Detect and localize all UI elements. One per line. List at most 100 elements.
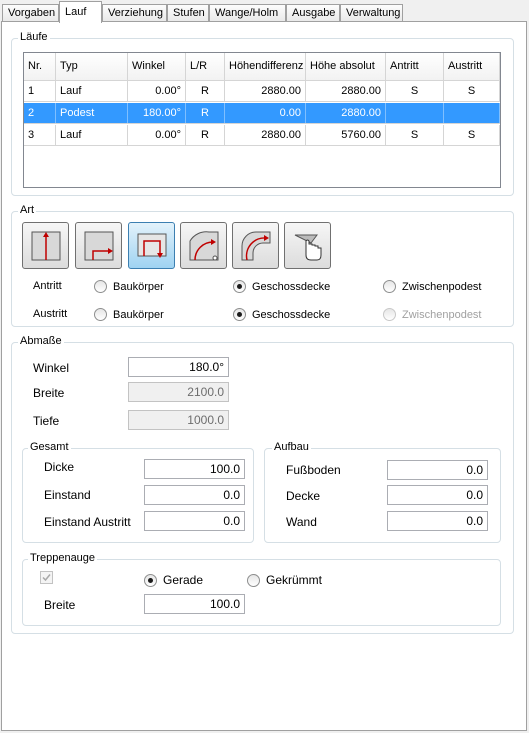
radio-circle[interactable] [94, 280, 107, 293]
radio-label: Baukörper [113, 308, 164, 321]
antritt-radio-geschossdecke[interactable]: Geschossdecke [233, 280, 330, 293]
cell-antritt [386, 103, 444, 123]
cell-typ: Lauf [56, 125, 128, 145]
col-header-austritt[interactable]: Austritt [444, 53, 500, 80]
quarter-landing-icon [84, 231, 114, 261]
tab-lauf[interactable]: Lauf [59, 1, 102, 23]
stair-type-winder-curved-button[interactable] [232, 222, 279, 269]
radio-circle-checked[interactable] [144, 573, 157, 587]
cell-nr: 1 [24, 81, 56, 101]
breite-label: Breite [33, 386, 65, 400]
radio-label: Gekrümmt [266, 573, 323, 587]
tab-wange-holm[interactable]: Wange/Holm [209, 4, 286, 22]
tab-verwaltung[interactable]: Verwaltung [340, 4, 403, 22]
cell-austritt [444, 103, 500, 123]
stair-type-quarter-landing-button[interactable] [75, 222, 122, 269]
austritt-radio-zwischenpodest: Zwischenpodest [383, 308, 482, 321]
treppenauge-radio-gerade[interactable]: Gerade [144, 573, 203, 587]
col-header-lr[interactable]: L/R [186, 53, 225, 80]
treppenauge-radio-gekruemmt[interactable]: Gekrümmt [247, 573, 322, 587]
einstand-label: Einstand [44, 488, 91, 502]
winder-curved-icon [241, 231, 271, 261]
tab-ausgabe[interactable]: Ausgabe [286, 4, 340, 22]
gesamt-legend: Gesamt [28, 441, 71, 454]
radio-circle-checked[interactable] [233, 280, 246, 293]
aufbau-legend: Aufbau [272, 441, 311, 454]
radio-label: Geschossdecke [252, 280, 331, 293]
col-header-hoehe-absolut[interactable]: Höhe absolut [306, 53, 386, 80]
col-header-hoehendifferenz[interactable]: Höhendifferenz [225, 53, 306, 80]
cell-hoehe-absolut: 2880.00 [306, 81, 386, 101]
cell-lr: R [186, 103, 225, 123]
col-header-typ[interactable]: Typ [56, 53, 128, 80]
dicke-input[interactable]: 100.0 [144, 459, 245, 479]
cell-nr: 3 [24, 125, 56, 145]
antritt-radio-zwischenpodest[interactable]: Zwischenpodest [383, 280, 482, 293]
col-header-nr[interactable]: Nr. [24, 53, 56, 80]
col-header-antritt[interactable]: Antritt [386, 53, 444, 80]
tab-stufen[interactable]: Stufen [167, 4, 209, 22]
laeufe-grid[interactable]: Nr. Typ Winkel L/R Höhendifferenz Höhe a… [23, 52, 501, 188]
cell-austritt: S [444, 81, 500, 101]
radio-label: Baukörper [113, 280, 164, 293]
cell-winkel: 0.00° [128, 81, 186, 101]
winder-quarter-icon [189, 231, 219, 261]
cell-hoehe-absolut: 5760.00 [306, 125, 386, 145]
austritt-radio-baukoerper[interactable]: Baukörper [94, 308, 164, 321]
einstand-austritt-input[interactable]: 0.0 [144, 511, 245, 531]
cell-austritt: S [444, 125, 500, 145]
checkmark-icon [42, 574, 51, 582]
hand-pointer-icon [294, 234, 322, 261]
austritt-radio-geschossdecke[interactable]: Geschossdecke [233, 308, 330, 321]
austritt-label: Austritt [33, 308, 68, 320]
stair-type-winder-quarter-button[interactable] [180, 222, 227, 269]
einstand-input[interactable]: 0.0 [144, 485, 245, 505]
radio-label: Gerade [163, 573, 204, 587]
treppenauge-breite-input[interactable]: 100.0 [144, 594, 245, 614]
col-header-winkel[interactable]: Winkel [128, 53, 186, 80]
cell-antritt: S [386, 81, 444, 101]
wand-input[interactable]: 0.0 [387, 511, 488, 531]
cell-typ: Lauf [56, 81, 128, 101]
table-row-selected[interactable]: 2 Podest 180.00° R 0.00 2880.00 [24, 103, 500, 124]
table-row[interactable]: 1 Lauf 0.00° R 2880.00 2880.00 S S [24, 81, 500, 102]
cell-winkel: 0.00° [128, 125, 186, 145]
stair-type-half-landing-button[interactable] [128, 222, 175, 269]
dicke-label: Dicke [44, 460, 75, 474]
fussboden-input[interactable]: 0.0 [387, 460, 488, 480]
treppenauge-legend: Treppenauge [28, 552, 98, 565]
radio-circle[interactable] [247, 573, 260, 587]
treppenauge-breite-label: Breite [44, 598, 76, 612]
laeufe-legend: Läufe [18, 31, 50, 44]
table-row[interactable]: 3 Lauf 0.00° R 2880.00 5760.00 S S [24, 125, 500, 146]
abmasse-legend: Abmaße [18, 335, 64, 348]
cell-hoehe-absolut: 2880.00 [306, 103, 386, 123]
cell-lr: R [186, 81, 225, 101]
cell-hoehendifferenz: 2880.00 [225, 125, 306, 145]
treppenauge-checkbox [40, 571, 53, 584]
decke-input[interactable]: 0.0 [387, 485, 488, 505]
radio-label: Geschossdecke [252, 308, 331, 321]
radio-label: Zwischenpodest [402, 280, 482, 293]
winkel-label: Winkel [33, 361, 70, 375]
stair-type-custom-button[interactable] [284, 222, 331, 269]
cell-hoehendifferenz: 2880.00 [225, 81, 306, 101]
tab-vorgaben[interactable]: Vorgaben [2, 4, 59, 22]
cell-lr: R [186, 125, 225, 145]
art-legend: Art [18, 204, 37, 217]
stair-type-straight-button[interactable] [22, 222, 69, 269]
einstand-austritt-label: Einstand Austritt [44, 515, 131, 529]
radio-circle-checked[interactable] [233, 308, 246, 321]
treppenauge-group [22, 559, 501, 626]
radio-circle[interactable] [383, 280, 396, 293]
tiefe-input: 1000.0 [128, 410, 229, 430]
winkel-input[interactable]: 180.0° [128, 357, 229, 377]
decke-label: Decke [286, 489, 321, 503]
half-landing-icon [137, 233, 167, 258]
cell-nr: 2 [24, 103, 56, 123]
radio-circle[interactable] [94, 308, 107, 321]
cell-winkel: 180.00° [128, 103, 186, 123]
antritt-radio-baukoerper[interactable]: Baukörper [94, 280, 164, 293]
tab-verziehung[interactable]: Verziehung [102, 4, 167, 22]
straight-flight-icon [31, 231, 61, 261]
